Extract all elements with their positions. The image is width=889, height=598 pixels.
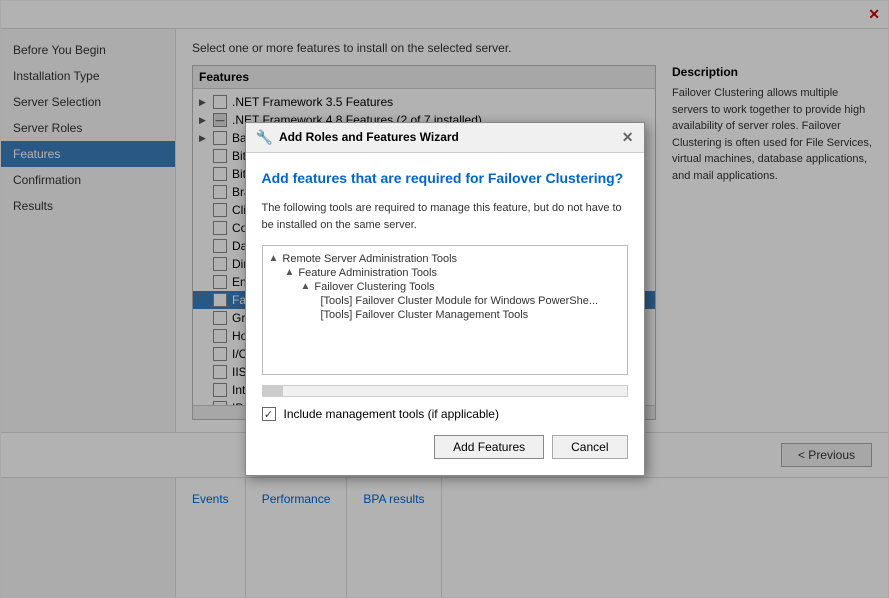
- tree-expand-icon[interactable]: ▲: [285, 267, 295, 278]
- tree-label: [Tools] Failover Cluster Management Tool…: [321, 309, 529, 321]
- modal-title-text: Add Roles and Features Wizard: [279, 130, 622, 144]
- tree-label: [Tools] Failover Cluster Module for Wind…: [321, 295, 599, 307]
- tree-item: ▲ Feature Administration Tools: [269, 266, 621, 280]
- modal-body: Add features that are required for Failo…: [246, 153, 644, 476]
- tree-label: Feature Administration Tools: [298, 267, 437, 279]
- tree-item: ▲ Failover Clustering Tools: [269, 280, 621, 294]
- modal-title-bar: 🔧 Add Roles and Features Wizard ✕: [246, 123, 644, 153]
- tree-label: Failover Clustering Tools: [314, 281, 434, 293]
- modal-description: The following tools are required to mana…: [262, 200, 628, 233]
- modal-overlay: 🔧 Add Roles and Features Wizard ✕ Add fe…: [1, 1, 888, 597]
- modal-heading: Add features that are required for Failo…: [262, 169, 628, 189]
- modal-close-button[interactable]: ✕: [622, 129, 634, 146]
- modal-checkbox-row: Include management tools (if applicable): [262, 407, 628, 421]
- cancel-button[interactable]: Cancel: [552, 435, 627, 459]
- tree-item: [Tools] Failover Cluster Module for Wind…: [269, 294, 621, 308]
- add-features-button[interactable]: Add Features: [434, 435, 544, 459]
- tree-item: ▲ Remote Server Administration Tools: [269, 252, 621, 266]
- tree-item: [Tools] Failover Cluster Management Tool…: [269, 308, 621, 322]
- modal-tree: ▲ Remote Server Administration Tools▲ Fe…: [262, 245, 628, 375]
- include-management-tools-label: Include management tools (if applicable): [284, 407, 499, 421]
- tree-expand-icon[interactable]: ▲: [269, 253, 279, 264]
- modal-buttons: Add Features Cancel: [262, 435, 628, 459]
- include-management-tools-checkbox[interactable]: [262, 407, 276, 421]
- tree-label: Remote Server Administration Tools: [282, 253, 457, 265]
- tree-expand-icon[interactable]: ▲: [301, 281, 311, 292]
- main-window: ✕ Before You BeginInstallation TypeServe…: [0, 0, 889, 598]
- modal-title-icon: 🔧: [256, 129, 273, 146]
- modal-scrollbar[interactable]: [262, 385, 628, 397]
- modal-dialog: 🔧 Add Roles and Features Wizard ✕ Add fe…: [245, 122, 645, 477]
- modal-scrollbar-thumb: [263, 386, 283, 396]
